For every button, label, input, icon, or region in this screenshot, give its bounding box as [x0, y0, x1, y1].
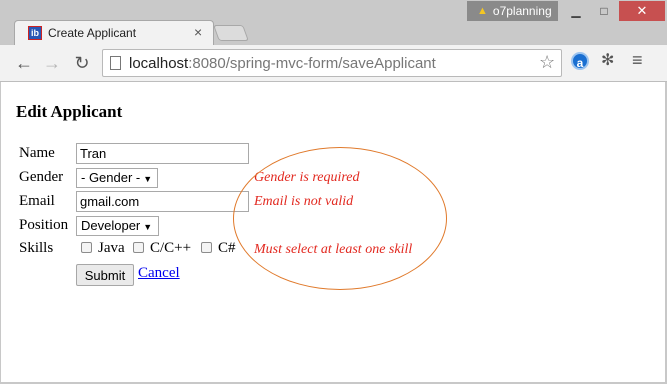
name-input[interactable]	[76, 143, 249, 164]
name-label: Name	[19, 145, 55, 161]
skills-label: Skills	[19, 240, 54, 256]
dropdown-arrow-icon: ▼	[143, 222, 153, 232]
favicon-icon: ib	[28, 26, 42, 40]
page-icon	[110, 56, 121, 70]
email-label: Email	[19, 193, 55, 209]
tab-create-applicant[interactable]: ib Create Applicant ×	[14, 20, 214, 46]
new-tab-button[interactable]	[213, 25, 249, 41]
back-arrow-icon[interactable]: ←	[14, 53, 34, 73]
cancel-link[interactable]: Cancel	[138, 265, 180, 282]
email-input[interactable]	[76, 191, 249, 212]
error-highlight-ellipse	[233, 147, 447, 290]
maximize-button[interactable]: □	[591, 1, 617, 21]
extension-a-icon[interactable]: a	[571, 52, 589, 70]
browser-toolbar: ← → ↻ localhost:8080/spring-mvc-form/sav…	[0, 45, 667, 82]
skill-checkbox-cpp[interactable]: C/C++	[133, 240, 191, 257]
tab-title: Create Applicant	[48, 26, 137, 40]
checkbox-icon	[133, 242, 144, 253]
forward-arrow-icon[interactable]: →	[42, 53, 62, 73]
chrome-menu-icon[interactable]: ≡	[632, 50, 643, 71]
checkbox-icon	[201, 242, 212, 253]
bookmark-star-icon[interactable]: ☆	[539, 52, 555, 73]
skill-checkbox-csharp[interactable]: C#	[201, 240, 236, 257]
reload-icon[interactable]: ↻	[72, 53, 92, 73]
page-content: Edit Applicant Name Gender - Gender -▼ G…	[1, 82, 665, 382]
page-title: Edit Applicant	[16, 102, 123, 121]
dropdown-arrow-icon: ▼	[143, 174, 153, 184]
position-select[interactable]: Developer ▼	[76, 216, 159, 236]
minimize-button[interactable]: ▁	[563, 1, 589, 21]
warning-icon: ▲	[477, 5, 488, 17]
url-text[interactable]: localhost:8080/spring-mvc-form/saveAppli…	[129, 55, 436, 72]
gender-select[interactable]: - Gender - ▼	[76, 168, 158, 188]
tab-close-icon[interactable]: ×	[194, 24, 202, 40]
submit-button[interactable]: Submit	[76, 264, 134, 286]
position-label: Position	[19, 217, 69, 233]
address-bar[interactable]: localhost:8080/spring-mvc-form/saveAppli…	[102, 49, 562, 77]
profile-name: o7planning	[492, 4, 552, 18]
checkbox-icon	[81, 242, 92, 253]
gender-label: Gender	[19, 169, 64, 185]
extension-bug-icon[interactable]: ✻	[601, 50, 614, 70]
profile-badge[interactable]: ▲ o7planning	[467, 1, 558, 21]
skill-checkbox-java[interactable]: Java	[81, 240, 125, 257]
close-window-button[interactable]: ✕	[619, 1, 665, 21]
